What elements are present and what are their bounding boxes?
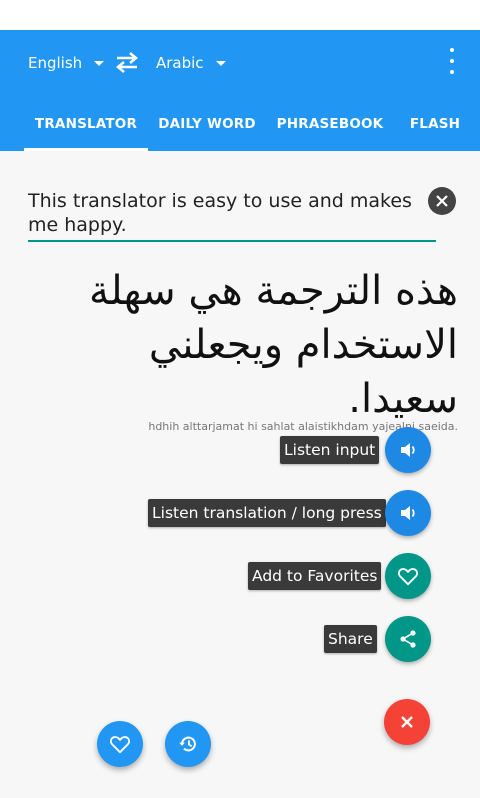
translation-output: هذه الترجمة هي سهلة الاستخدام ويجعلني سع… [88, 268, 458, 422]
share-button[interactable] [385, 616, 431, 662]
target-language-selector[interactable]: Arabic [156, 52, 226, 74]
tab-translator[interactable]: TRANSLATOR [24, 108, 148, 151]
chevron-down-icon [94, 60, 105, 66]
tab-flash[interactable]: FLASH [402, 108, 468, 151]
clear-input-button[interactable] [428, 187, 456, 215]
status-bar [0, 0, 480, 30]
more-options-icon[interactable] [442, 48, 462, 74]
listen-input-button[interactable] [385, 427, 431, 473]
source-text-input[interactable]: This translator is easy to use and makes… [28, 189, 423, 237]
volume-icon [401, 506, 415, 520]
history-icon [179, 736, 196, 752]
share-label[interactable]: Share [324, 625, 377, 653]
listen-translation-button[interactable] [385, 490, 431, 536]
tab-daily-word[interactable]: DAILY WORD [153, 108, 261, 151]
tab-bar: TRANSLATOR DAILY WORD PHRASEBOOK FLASH [0, 108, 480, 151]
close-actions-button[interactable] [384, 699, 430, 745]
chevron-down-icon [215, 60, 226, 66]
close-icon [401, 716, 413, 728]
add-favorites-button[interactable] [385, 553, 431, 599]
share-icon [400, 630, 416, 648]
swap-languages-button[interactable] [114, 50, 140, 74]
target-language-label: Arabic [156, 54, 204, 72]
favorites-button[interactable] [97, 721, 143, 767]
source-language-label: English [28, 54, 83, 72]
source-language-selector[interactable]: English [28, 52, 105, 74]
add-favorites-label[interactable]: Add to Favorites [248, 562, 382, 590]
heart-outline-icon [397, 568, 419, 586]
listen-input-label[interactable]: Listen input [280, 436, 380, 464]
tab-phrasebook[interactable]: PHRASEBOOK [272, 108, 388, 151]
translator-panel: This translator is easy to use and makes… [0, 151, 480, 798]
volume-icon [401, 443, 415, 457]
input-underline [28, 240, 436, 242]
history-button[interactable] [165, 721, 211, 767]
heart-outline-icon [109, 736, 131, 754]
close-icon [436, 195, 448, 207]
swap-icon [116, 52, 138, 73]
listen-translation-label[interactable]: Listen translation / long press [148, 499, 386, 527]
app-bar: English Arabic TRANSLATOR DAILY WORD PHR… [0, 30, 480, 151]
